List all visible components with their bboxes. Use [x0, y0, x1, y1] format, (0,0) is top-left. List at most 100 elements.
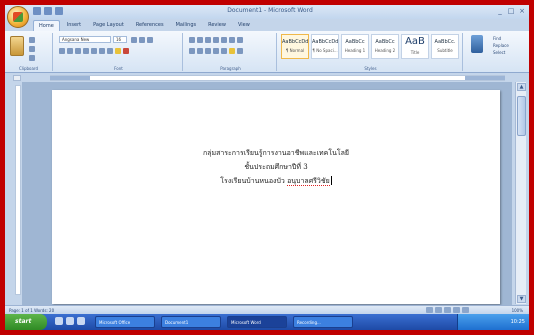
taskbar-item-3[interactable]: Microsoft Word: [227, 316, 287, 328]
redo-icon[interactable]: [55, 7, 63, 15]
text-cursor: [330, 176, 332, 185]
save-icon[interactable]: [33, 7, 41, 15]
decrease-indent-icon[interactable]: [213, 37, 219, 43]
grow-font-icon[interactable]: [131, 37, 137, 43]
font-size-box[interactable]: 16: [113, 36, 127, 43]
italic-icon[interactable]: [67, 48, 73, 54]
desktop-icon[interactable]: [66, 317, 74, 325]
multilevel-list-icon[interactable]: [205, 37, 211, 43]
zoom-level[interactable]: 100%: [512, 308, 523, 313]
shrink-font-icon[interactable]: [139, 37, 145, 43]
taskbar-item-1[interactable]: Microsoft Office: [95, 316, 155, 328]
office-button[interactable]: [7, 6, 29, 28]
vertical-ruler[interactable]: [15, 85, 21, 295]
format-painter-icon[interactable]: [29, 55, 35, 61]
vertical-scrollbar[interactable]: ▲ ▼: [515, 82, 526, 304]
status-bar: Page: 1 of 1 Words: 20 100%: [5, 305, 529, 314]
quick-access-toolbar: [33, 7, 63, 15]
tab-home[interactable]: Home: [33, 20, 60, 31]
right-margin-marker: [465, 76, 505, 80]
change-case-icon[interactable]: [107, 48, 113, 54]
style-heading-2[interactable]: AaBbCc Heading 2: [371, 34, 399, 59]
ruler-toggle[interactable]: [13, 75, 21, 81]
scroll-thumb[interactable]: [517, 96, 526, 136]
justify-icon[interactable]: [213, 48, 219, 54]
font-name-box[interactable]: Angsana New: [59, 36, 111, 43]
horizontal-ruler[interactable]: [50, 75, 505, 81]
style-no-spacing[interactable]: AaBbCcDd ¶ No Spaci...: [311, 34, 339, 59]
folder-icon[interactable]: [77, 317, 85, 325]
select-button[interactable]: Select: [493, 49, 509, 56]
highlight-icon[interactable]: [115, 48, 121, 54]
increase-indent-icon[interactable]: [221, 37, 227, 43]
tab-references[interactable]: References: [131, 20, 169, 31]
superscript-icon[interactable]: [99, 48, 105, 54]
doc-line-3[interactable]: โรงเรียนบ้านหนองบัว อนุบาลศรีวิชัย: [52, 176, 500, 187]
undo-icon[interactable]: [44, 7, 52, 15]
shading-icon[interactable]: [229, 48, 235, 54]
maximize-button[interactable]: □: [507, 7, 515, 15]
web-layout-icon[interactable]: [444, 307, 451, 313]
tab-mailings[interactable]: Mailings: [171, 20, 202, 31]
strikethrough-icon[interactable]: [83, 48, 89, 54]
start-button[interactable]: start: [5, 314, 47, 330]
doc-line-3-text: โรงเรียนบ้านหนองบัว: [220, 177, 288, 185]
print-layout-icon[interactable]: [426, 307, 433, 313]
view-buttons: [426, 307, 469, 313]
underline-icon[interactable]: [75, 48, 81, 54]
align-center-icon[interactable]: [197, 48, 203, 54]
find-button[interactable]: Find: [493, 35, 509, 42]
office-logo-icon: [13, 12, 23, 22]
tab-insert[interactable]: Insert: [62, 20, 86, 31]
tab-page-layout[interactable]: Page Layout: [88, 20, 129, 31]
tab-view[interactable]: View: [233, 20, 255, 31]
align-right-icon[interactable]: [205, 48, 211, 54]
title-bar: Document1 - Microsoft Word _ □ ×: [5, 5, 529, 19]
draft-icon[interactable]: [462, 307, 469, 313]
numbering-icon[interactable]: [197, 37, 203, 43]
doc-line-2[interactable]: ชั้นประถมศึกษาปีที่ 3: [52, 162, 500, 173]
cut-icon[interactable]: [29, 37, 35, 43]
taskbar-item-4[interactable]: Recording...: [293, 316, 353, 328]
doc-line-1[interactable]: กลุ่มสาระการเรียนรู้การงานอาชีพและเทคโนโ…: [52, 148, 500, 159]
status-page-info[interactable]: Page: 1 of 1 Words: 20: [9, 308, 54, 313]
borders-icon[interactable]: [237, 48, 243, 54]
clipboard-group: Clipboard: [5, 33, 53, 71]
outline-icon[interactable]: [453, 307, 460, 313]
editing-group: Find Replace Select: [493, 35, 509, 56]
change-styles-button[interactable]: [471, 35, 483, 53]
line-spacing-icon[interactable]: [221, 48, 227, 54]
sort-icon[interactable]: [229, 37, 235, 43]
font-group: Angsana New 16 Font: [55, 33, 183, 71]
subscript-icon[interactable]: [91, 48, 97, 54]
style-heading-1[interactable]: AaBbCc Heading 1: [341, 34, 369, 59]
copy-icon[interactable]: [29, 46, 35, 52]
document-page[interactable]: กลุ่มสาระการเรียนรู้การงานอาชีพและเทคโนโ…: [52, 90, 500, 304]
taskbar-item-2[interactable]: Document1: [161, 316, 221, 328]
tab-review[interactable]: Review: [203, 20, 231, 31]
scroll-up-button[interactable]: ▲: [517, 83, 526, 91]
clock[interactable]: 10:25: [511, 319, 525, 325]
show-marks-icon[interactable]: [237, 37, 243, 43]
left-margin-marker: [50, 76, 90, 80]
styles-gallery: AaBbCcDd ¶ Normal AaBbCcDd ¶ No Spaci... A…: [281, 34, 459, 59]
close-button[interactable]: ×: [518, 7, 526, 15]
misspelled-word[interactable]: อนุบาลศรีวิชัย: [287, 177, 330, 186]
paste-button[interactable]: [10, 36, 24, 56]
browser-icon[interactable]: [55, 317, 63, 325]
style-normal[interactable]: AaBbCcDd ¶ Normal: [281, 34, 309, 59]
taskbar: start Microsoft Office Document1 Microso…: [5, 314, 529, 330]
clear-format-icon[interactable]: [147, 37, 153, 43]
scroll-down-button[interactable]: ▼: [517, 295, 526, 303]
full-screen-icon[interactable]: [435, 307, 442, 313]
style-subtitle[interactable]: AaBbCc. Subtitle: [431, 34, 459, 59]
quick-launch: [55, 317, 85, 325]
style-title[interactable]: AaB Title: [401, 34, 429, 59]
font-color-icon[interactable]: [123, 48, 129, 54]
minimize-button[interactable]: _: [496, 7, 504, 15]
align-left-icon[interactable]: [189, 48, 195, 54]
app-window: Document1 - Microsoft Word _ □ × Home In…: [5, 5, 529, 330]
bullets-icon[interactable]: [189, 37, 195, 43]
replace-button[interactable]: Replace: [493, 42, 509, 49]
bold-icon[interactable]: [59, 48, 65, 54]
